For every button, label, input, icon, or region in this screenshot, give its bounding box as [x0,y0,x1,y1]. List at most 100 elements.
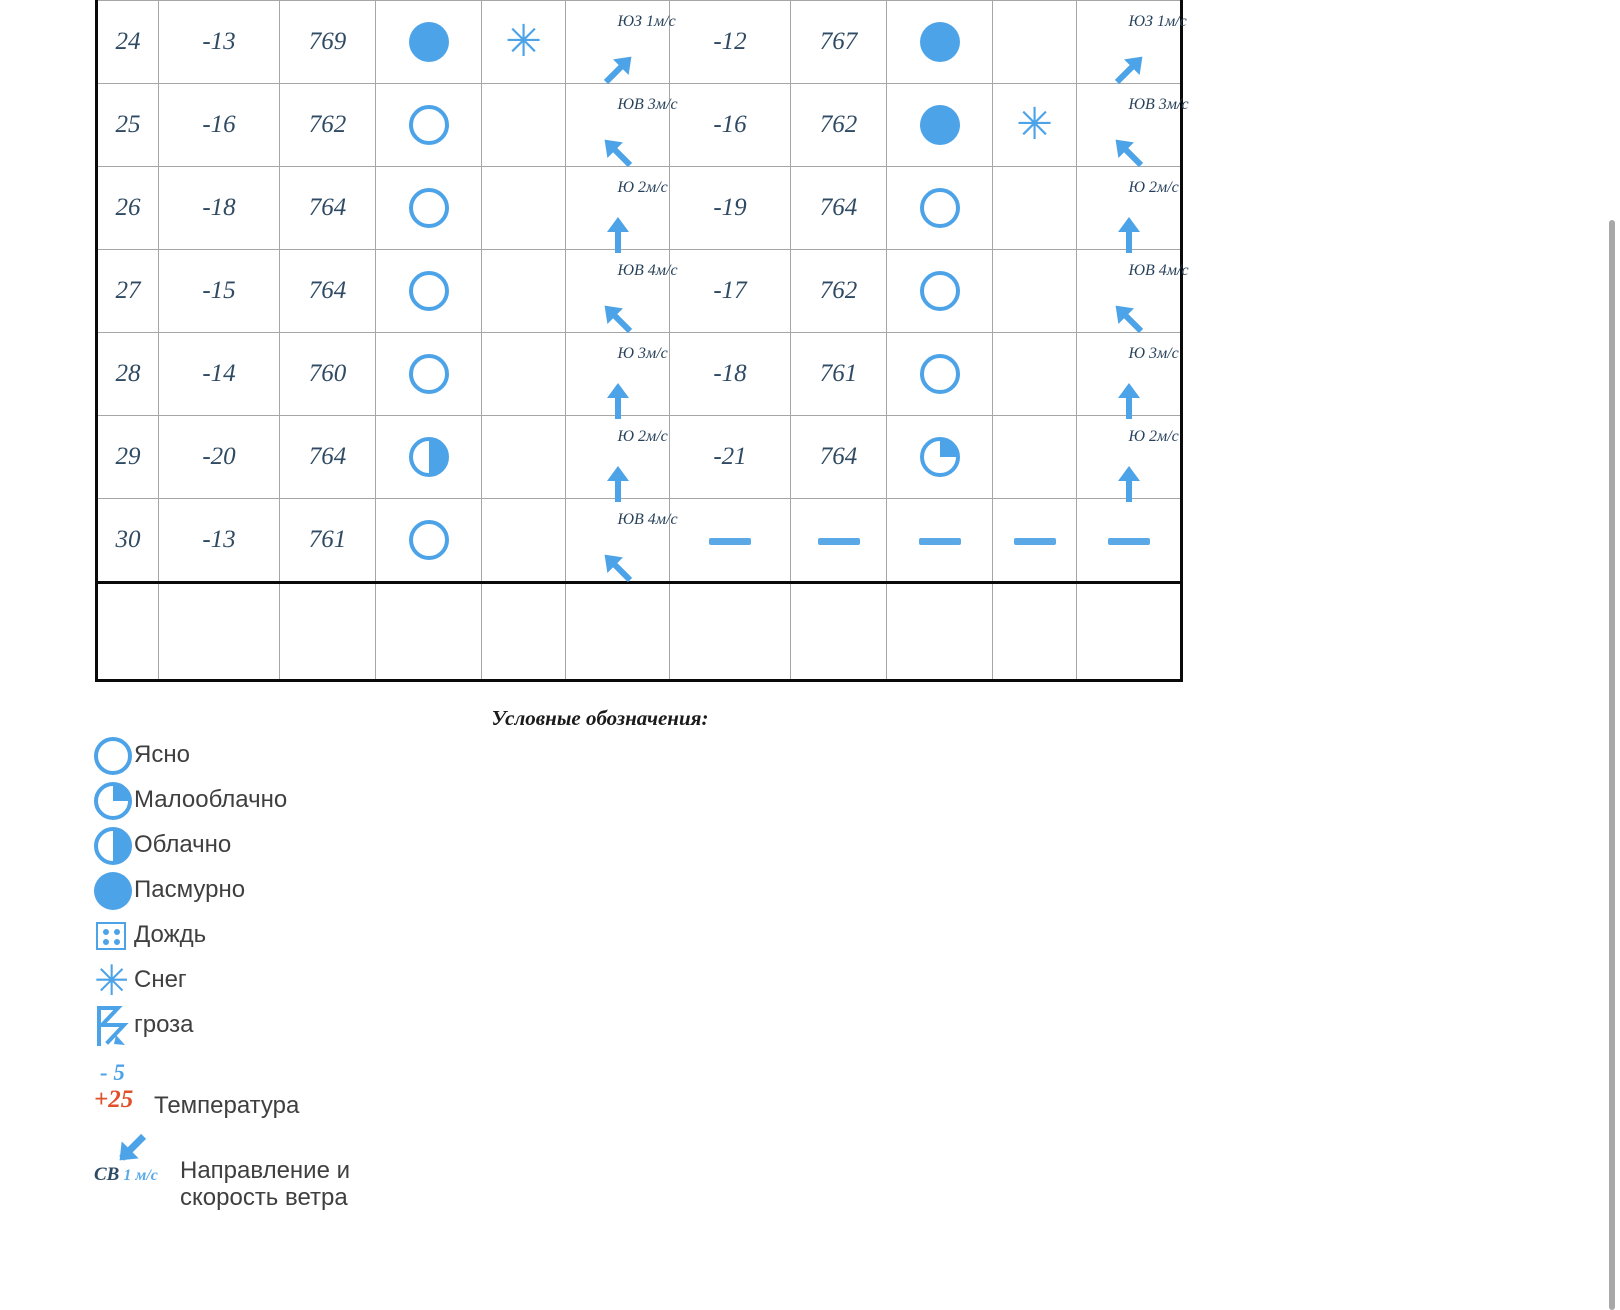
legend-item-rain: Дождь [94,913,614,958]
cell-day-number: 24 [96,0,159,84]
table-row: 29 -20 764 Ю 2м/с -21 764 Ю 2м/с [96,415,1182,502]
cell-daytime-pressure: 762 [279,83,376,167]
legend-label-cloudy: Облачно [134,831,232,859]
cell-nighttime-wind: ЮЗ 1м/с [1076,0,1187,85]
cloud-night-dash [918,537,961,545]
legend-item-snow: ✳ Снег [94,958,614,1003]
cell-daytime-temperature: -16 [158,83,280,167]
cell-nighttime-cloudiness [886,498,993,584]
cell-nighttime-wind [1076,498,1182,584]
cell-nighttime-cloudiness [886,0,993,84]
table-row: 27 -15 764 ЮВ 4м/с -17 762 ЮВ 4м/с [96,249,1189,334]
overcast-icon [919,105,960,145]
table-row: 30 -13 761 ЮВ 4м/с [96,498,1182,584]
clear-circle-icon [408,354,449,394]
clear-circle-icon [919,354,960,394]
cell-nighttime-cloudiness [886,166,993,250]
cell-nighttime-temperature: -18 [669,332,791,416]
cell-day-number: 28 [96,332,159,416]
cell-nighttime-phenomena [992,332,1077,416]
legend-item-partly-cloudy: Малооблачно [94,778,614,823]
temp-night-dash [709,537,751,545]
cell-empty [96,582,159,682]
legend-label-temperature: Температура [154,1092,300,1120]
cell-daytime-cloudiness [375,415,482,499]
clear-circle-icon [919,188,960,228]
cell-daytime-pressure: 769 [279,0,376,84]
cell-nighttime-phenomena [992,498,1077,584]
cell-daytime-cloudiness [375,332,482,416]
cell-daytime-wind: Ю 2м/с [565,415,670,502]
cell-daytime-wind: Ю 3м/с [565,332,670,419]
cell-nighttime-phenomena [992,166,1077,250]
cell-daytime-cloudiness [375,498,482,584]
cell-daytime-temperature: -20 [158,415,280,499]
cell-daytime-phenomena [481,332,566,416]
cell-daytime-pressure: 761 [279,498,376,584]
cell-daytime-phenomena [481,83,566,167]
cell-nighttime-wind: Ю 3м/с [1076,332,1182,419]
phen-night-dash [1013,537,1056,545]
legend-item-thunderstorm: гроза [94,1003,614,1048]
clear-circle-icon [94,735,136,777]
cell-daytime-cloudiness [375,249,482,333]
cell-daytime-temperature: -18 [158,166,280,250]
legend-item-overcast: Пасмурно [94,868,614,913]
legend-panel: Ясно Малооблачно Облачно Пасмурно Дождь … [94,733,614,1212]
legend-label-snow: Снег [134,966,187,994]
cell-day-number: 29 [96,415,159,499]
legend-label-wind: Направление и скорость ветра [180,1157,351,1211]
cell-nighttime-pressure: 761 [790,332,887,416]
clear-circle-icon [408,105,449,145]
clear-circle-icon [408,188,449,228]
legend-title: Условные обозначения: [491,706,709,730]
cell-empty [481,582,566,682]
wind-sample-icon: СВ 1 м/с [94,1128,182,1192]
temperature-warm-value: +25 [94,1086,134,1113]
clear-circle-icon [919,271,960,311]
overcast-icon [94,870,136,912]
vertical-scrollbar-thumb[interactable] [1609,220,1615,1310]
cell-nighttime-temperature: -16 [669,83,791,167]
cell-empty [565,582,670,682]
cell-nighttime-phenomena [992,0,1077,84]
cell-nighttime-pressure: 767 [790,0,887,84]
cell-daytime-phenomena [481,415,566,499]
vertical-scrollbar-track[interactable] [1606,0,1620,1310]
snow-icon: ✳ [505,15,542,67]
cell-daytime-pressure: 764 [279,415,376,499]
pres-night-dash [817,537,860,545]
cell-nighttime-wind: Ю 2м/с [1076,415,1182,502]
cell-nighttime-wind: ЮВ 3м/с [1076,83,1189,168]
cloudy-icon [94,825,136,867]
cell-day-number: 30 [96,498,159,584]
legend-label-overcast: Пасмурно [134,876,246,904]
cell-empty [790,582,887,682]
cell-daytime-wind: ЮВ 4м/с [565,249,678,334]
overcast-icon [408,22,449,62]
legend-item-temperature: - 5 +25 Температура [94,1054,614,1124]
table-row: 28 -14 760 Ю 3м/с -18 761 Ю 3м/с [96,332,1182,419]
cell-empty [669,582,791,682]
cell-daytime-pressure: 764 [279,166,376,250]
cell-nighttime-cloudiness [886,332,993,416]
cell-daytime-pressure: 764 [279,249,376,333]
cell-daytime-wind: Ю 2м/с [565,166,670,253]
thunderstorm-icon [94,1005,136,1047]
cell-empty [1076,582,1182,682]
table-body: 24 -13 769 ✳ ЮЗ 1м/с -12 767 ЮЗ 1м/с 25 -16 762 ЮВ … [96,0,1189,682]
legend-item-wind: СВ 1 м/с Направление и скорость ветра [94,1128,614,1212]
weather-forecast-table: 24 -13 769 ✳ ЮЗ 1м/с -12 767 ЮЗ 1м/с 25 -16 762 ЮВ … [95,0,1189,682]
cell-nighttime-temperature [669,498,791,584]
temperature-cold-value: - 5 [100,1060,125,1085]
cell-daytime-temperature: -13 [158,0,280,84]
snow-icon: ✳ [94,955,130,1005]
wind-sample-label: СВ 1 м/с [94,1164,158,1185]
cell-nighttime-cloudiness [886,83,993,167]
cell-empty [886,582,993,682]
cell-nighttime-pressure: 764 [790,415,887,499]
cell-nighttime-cloudiness [886,249,993,333]
cell-daytime-temperature: -15 [158,249,280,333]
cell-nighttime-cloudiness [886,415,993,499]
cell-daytime-phenomena [481,166,566,250]
